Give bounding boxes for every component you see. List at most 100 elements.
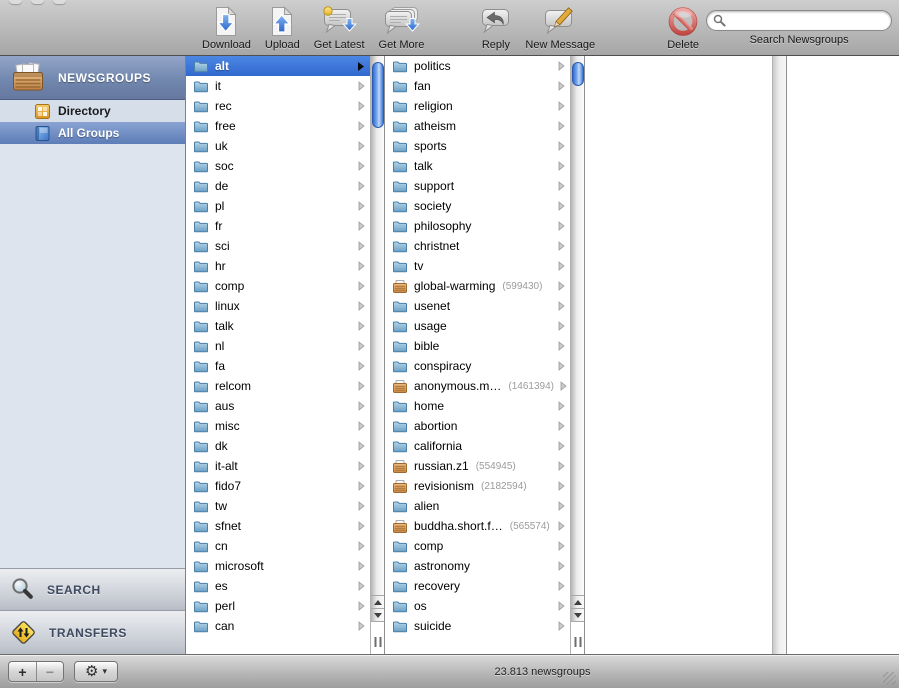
sidebar-item-directory[interactable]: Directory	[0, 100, 185, 122]
folder-icon	[392, 620, 408, 633]
newsgroup-row-soc[interactable]: soc	[186, 156, 370, 176]
newsgroup-row-usenet[interactable]: usenet	[385, 296, 570, 316]
scrollbar-track[interactable]	[371, 56, 384, 595]
newsgroup-row-linux[interactable]: linux	[186, 296, 370, 316]
action-menu-button[interactable]: ⚙ ▾	[75, 662, 117, 681]
sidebar-item-all-groups[interactable]: All Groups	[0, 122, 185, 144]
newsgroup-row-misc[interactable]: misc	[186, 416, 370, 436]
scrollbar-column-2[interactable]	[570, 56, 585, 654]
newsgroup-row-astronomy[interactable]: astronomy	[385, 556, 570, 576]
sidebar-section-newsgroups[interactable]: NEWSGROUPS	[0, 56, 185, 100]
newsgroup-row-can[interactable]: can	[186, 616, 370, 636]
newsgroup-row-sfnet[interactable]: sfnet	[186, 516, 370, 536]
newsgroup-row-global-warming[interactable]: global-warming(599430)	[385, 276, 570, 296]
newsgroup-icon	[392, 520, 408, 533]
scrollbar-thumb[interactable]	[572, 62, 584, 86]
newsgroup-row-hr[interactable]: hr	[186, 256, 370, 276]
newsgroup-row-atheism[interactable]: atheism	[385, 116, 570, 136]
scroll-down-button[interactable]	[571, 608, 584, 621]
scroll-up-button[interactable]	[571, 595, 584, 608]
get-latest-button[interactable]: Get Latest	[307, 5, 372, 52]
newsgroup-row-talk[interactable]: talk	[186, 316, 370, 336]
newsgroup-row-alt[interactable]: alt	[186, 56, 370, 76]
scrollbar-track[interactable]	[571, 56, 584, 595]
upload-button[interactable]: Upload	[258, 5, 307, 52]
newsgroup-row-politics[interactable]: politics	[385, 56, 570, 76]
newsgroup-row-it[interactable]: it	[186, 76, 370, 96]
zoom-window-button[interactable]	[53, 0, 66, 4]
newsgroup-row-california[interactable]: california	[385, 436, 570, 456]
newsgroup-row-free[interactable]: free	[186, 116, 370, 136]
newsgroup-row-suicide[interactable]: suicide	[385, 616, 570, 636]
folder-icon	[392, 140, 408, 153]
newsgroup-name: soc	[215, 159, 234, 173]
scrollbar-thumb[interactable]	[372, 62, 384, 128]
newsgroup-row-bible[interactable]: bible	[385, 336, 570, 356]
newsgroup-row-rec[interactable]: rec	[186, 96, 370, 116]
newsgroup-row-sci[interactable]: sci	[186, 236, 370, 256]
newsgroup-row-uk[interactable]: uk	[186, 136, 370, 156]
newsgroup-row-home[interactable]: home	[385, 396, 570, 416]
newsgroup-row-sports[interactable]: sports	[385, 136, 570, 156]
newsgroup-row-society[interactable]: society	[385, 196, 570, 216]
newsgroup-row-fa[interactable]: fa	[186, 356, 370, 376]
newsgroup-row-anonymous.m…[interactable]: anonymous.m…(1461394)	[385, 376, 570, 396]
sidebar-section-search[interactable]: SEARCH	[0, 568, 185, 610]
column-resize-handle[interactable]	[574, 637, 581, 647]
newsgroup-row-fan[interactable]: fan	[385, 76, 570, 96]
download-button[interactable]: Download	[195, 5, 258, 52]
search-input[interactable]	[706, 10, 892, 31]
newsgroup-row-christnet[interactable]: christnet	[385, 236, 570, 256]
newsgroup-row-perl[interactable]: perl	[186, 596, 370, 616]
close-window-button[interactable]	[9, 0, 22, 4]
newsgroup-row-cn[interactable]: cn	[186, 536, 370, 556]
delete-button[interactable]: Delete	[660, 5, 706, 52]
newsgroup-row-fr[interactable]: fr	[186, 216, 370, 236]
newsgroup-row-tv[interactable]: tv	[385, 256, 570, 276]
newsgroup-row-nl[interactable]: nl	[186, 336, 370, 356]
folder-icon	[193, 100, 209, 113]
newsgroup-row-aus[interactable]: aus	[186, 396, 370, 416]
newsgroup-row-recovery[interactable]: recovery	[385, 576, 570, 596]
newsgroup-row-comp[interactable]: comp	[385, 536, 570, 556]
window-resize-grip[interactable]	[883, 672, 896, 685]
newsgroup-row-tw[interactable]: tw	[186, 496, 370, 516]
newsgroup-row-talk[interactable]: talk	[385, 156, 570, 176]
new-message-button[interactable]: New Message	[518, 5, 602, 52]
newsgroup-row-alien[interactable]: alien	[385, 496, 570, 516]
column-resize-handle[interactable]	[374, 637, 381, 647]
newsgroup-row-russian.z1[interactable]: russian.z1(554945)	[385, 456, 570, 476]
newsgroup-row-pl[interactable]: pl	[186, 196, 370, 216]
newsgroup-row-relcom[interactable]: relcom	[186, 376, 370, 396]
scrollbar-column-1[interactable]	[370, 56, 385, 654]
scroll-down-button[interactable]	[371, 608, 384, 621]
newsgroup-row-os[interactable]: os	[385, 596, 570, 616]
newsgroup-name: astronomy	[414, 559, 470, 573]
newsgroup-row-buddha.short.f…[interactable]: buddha.short.f…(565574)	[385, 516, 570, 536]
newsgroup-row-es[interactable]: es	[186, 576, 370, 596]
newsgroup-row-religion[interactable]: religion	[385, 96, 570, 116]
disclosure-arrow-icon	[558, 81, 565, 91]
newsgroup-icon	[392, 480, 408, 493]
remove-button[interactable]: −	[36, 662, 63, 681]
newsgroup-row-revisionism[interactable]: revisionism(2182594)	[385, 476, 570, 496]
newsgroup-row-abortion[interactable]: abortion	[385, 416, 570, 436]
minimize-window-button[interactable]	[31, 0, 44, 4]
get-more-button[interactable]: Get More	[372, 5, 432, 52]
sidebar-section-transfers[interactable]: TRANSFERS	[0, 610, 185, 654]
newsgroup-row-microsoft[interactable]: microsoft	[186, 556, 370, 576]
newsgroup-row-comp[interactable]: comp	[186, 276, 370, 296]
newsgroup-row-support[interactable]: support	[385, 176, 570, 196]
newsgroup-row-dk[interactable]: dk	[186, 436, 370, 456]
newsgroup-row-usage[interactable]: usage	[385, 316, 570, 336]
newsgroup-row-philosophy[interactable]: philosophy	[385, 216, 570, 236]
newsgroup-row-conspiracy[interactable]: conspiracy	[385, 356, 570, 376]
newsgroup-row-de[interactable]: de	[186, 176, 370, 196]
scroll-up-button[interactable]	[371, 595, 384, 608]
add-button[interactable]: +	[9, 662, 36, 681]
folder-icon	[193, 200, 209, 213]
newsgroup-row-fido7[interactable]: fido7	[186, 476, 370, 496]
newsgroup-name: christnet	[414, 239, 459, 253]
newsgroup-row-it-alt[interactable]: it-alt	[186, 456, 370, 476]
reply-button[interactable]: Reply	[473, 5, 518, 52]
